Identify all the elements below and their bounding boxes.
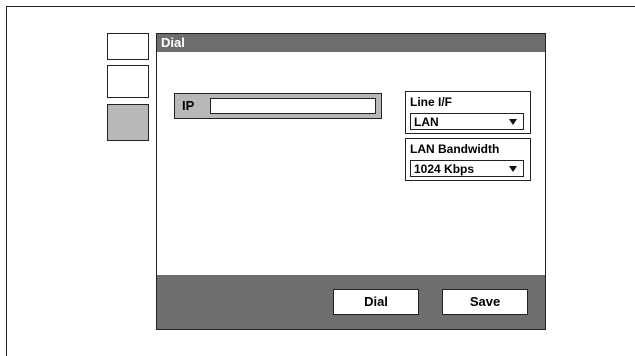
save-button[interactable]: Save xyxy=(442,289,528,315)
line-if-title: Line I/F xyxy=(410,95,452,109)
side-tab-1[interactable] xyxy=(107,33,149,60)
side-tab-3[interactable] xyxy=(107,104,149,141)
chevron-down-icon xyxy=(509,166,517,172)
lan-bandwidth-group: LAN Bandwidth 1024 Kbps xyxy=(405,138,531,181)
ip-group: IP xyxy=(174,93,382,119)
dial-dialog: Dial IP Line I/F LAN LAN Bandwidth 1024 … xyxy=(156,33,546,330)
lan-bandwidth-value: 1024 Kbps xyxy=(414,162,475,176)
dialog-footer: Dial Save xyxy=(157,275,545,329)
dialog-title: Dial xyxy=(157,34,545,52)
chevron-down-icon xyxy=(509,119,517,125)
line-if-select[interactable]: LAN xyxy=(410,113,524,130)
line-if-group: Line I/F LAN xyxy=(405,91,531,134)
ip-input[interactable] xyxy=(210,98,376,114)
lan-bandwidth-title: LAN Bandwidth xyxy=(410,142,500,156)
lan-bandwidth-select[interactable]: 1024 Kbps xyxy=(410,160,524,177)
line-if-value: LAN xyxy=(414,115,439,129)
side-tab-2[interactable] xyxy=(107,65,149,98)
dial-button[interactable]: Dial xyxy=(333,289,419,315)
ip-label: IP xyxy=(182,98,195,113)
